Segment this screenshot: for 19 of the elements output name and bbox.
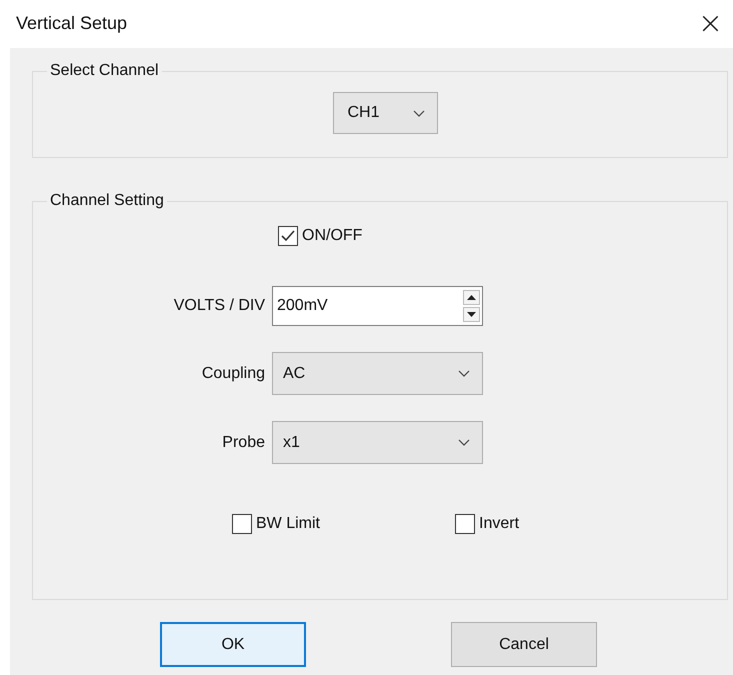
ok-button[interactable]: OK (160, 622, 306, 667)
dropdown[interactable]: AC (272, 352, 483, 395)
field-label: VOLTS / DIV (172, 297, 265, 315)
cancel-button[interactable]: Cancel (451, 622, 597, 667)
group-label: Select Channel (49, 62, 160, 80)
on-off-checkbox[interactable]: ON/OFF (278, 226, 362, 246)
channel-dropdown[interactable]: CH1 (332, 92, 438, 134)
spinner-field[interactable]: 200mV (272, 286, 483, 326)
dropdown[interactable]: x1 (272, 421, 483, 464)
group-label: Channel Setting (49, 192, 165, 210)
window-title: Vertical Setup (16, 12, 128, 34)
option-checkbox[interactable]: Invert (455, 514, 520, 534)
field-label: Probe (221, 434, 265, 452)
chevron-icon (458, 370, 470, 377)
close-button[interactable]: × (688, 9, 733, 39)
chevron-icon (412, 110, 424, 116)
option-checkbox[interactable]: BW Limit (232, 514, 320, 534)
field-label: Coupling (200, 364, 265, 382)
chevron-icon (458, 439, 470, 446)
